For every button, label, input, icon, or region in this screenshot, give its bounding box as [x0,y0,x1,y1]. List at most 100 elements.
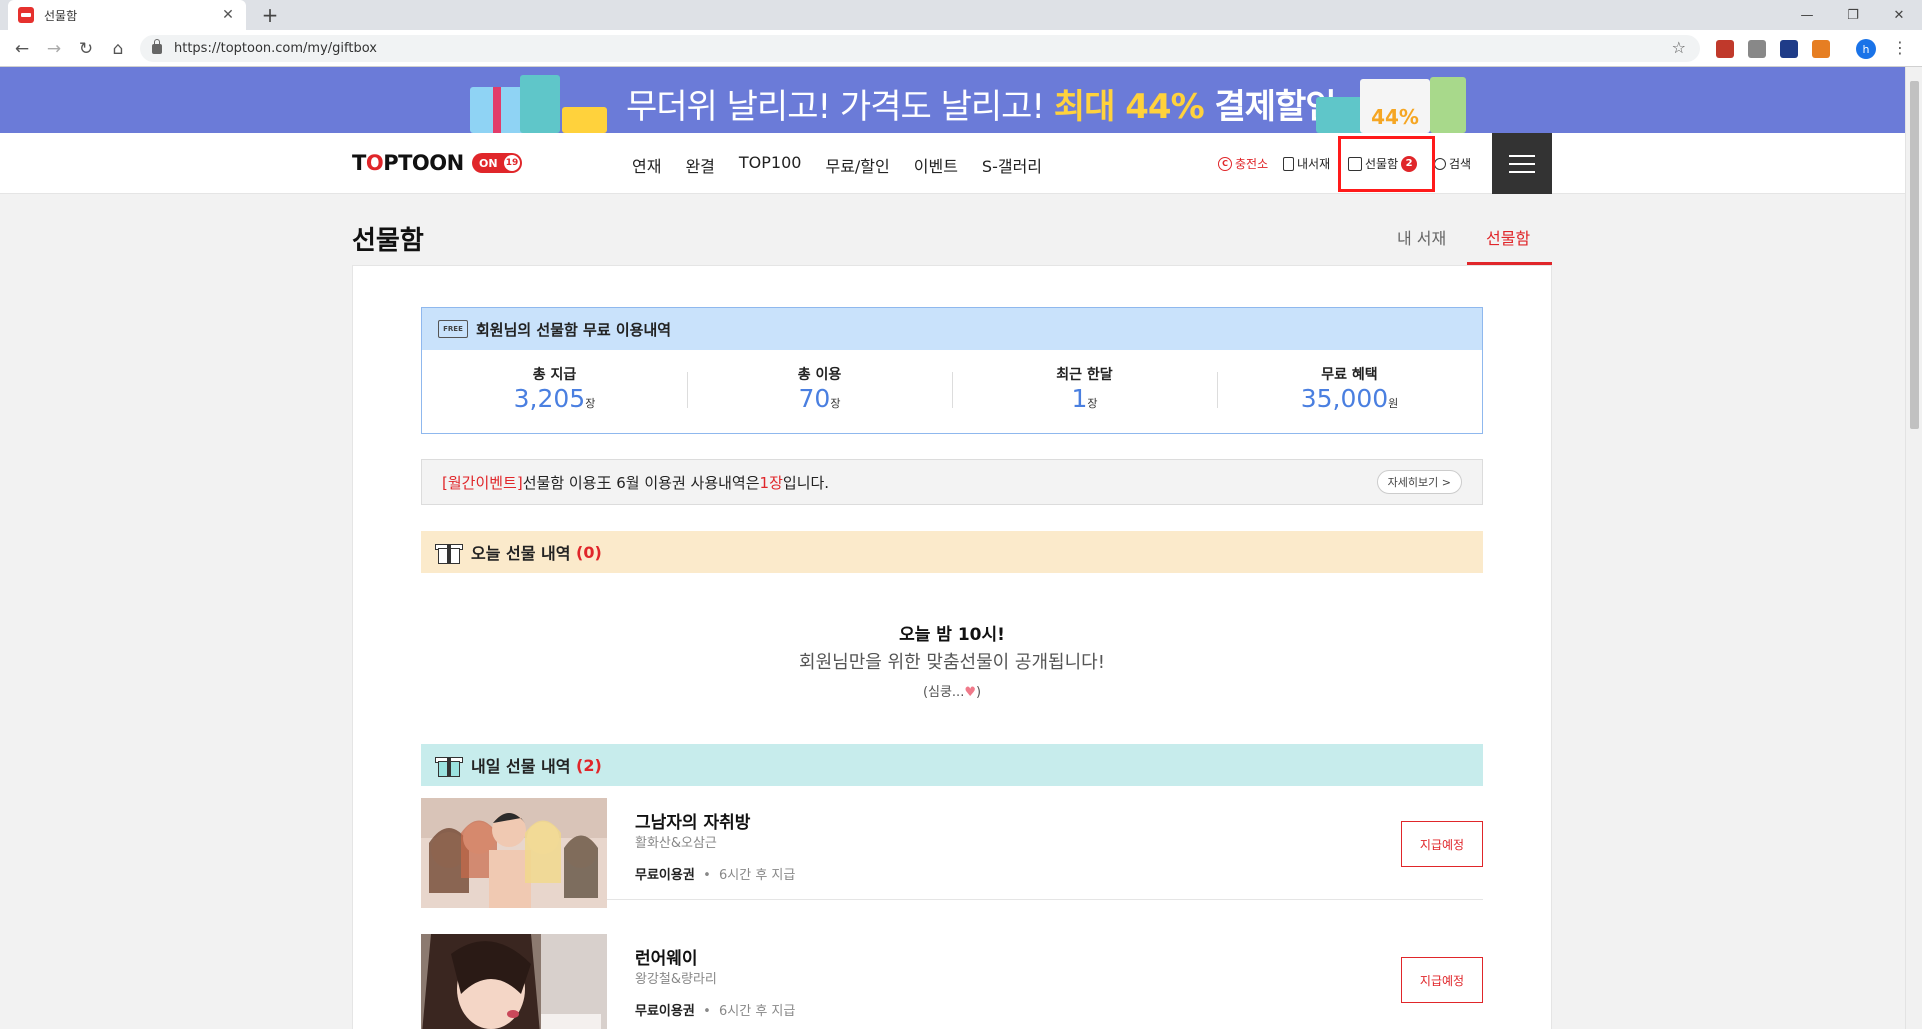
nav-completed[interactable]: 완결 [685,153,714,177]
gift-timing: 6시간 후 지급 [719,868,796,883]
discount-tag-decoration: 44% [1360,79,1430,133]
gift-list-item[interactable]: 런어웨이 왕강철&량라리 무료이용권 • 6시간 후 지급 지급예정 [421,924,1483,1029]
heart-icon: ♥ [964,685,976,700]
nav-event[interactable]: 이벤트 [914,153,958,177]
back-arrow-icon[interactable]: ← [10,37,34,61]
today-gift-count: (0) [576,542,602,562]
extension-icon-4[interactable] [1812,40,1830,58]
stat-label: 총 이용 [797,367,842,383]
tab-giftbox[interactable]: 선물함 [1486,225,1530,249]
window-close-button[interactable]: ✕ [1876,0,1922,30]
stat-total-given: 총 지급 3,205장 [422,350,687,434]
search-link[interactable]: 검색 [1434,155,1471,172]
search-icon [1434,157,1446,170]
tab-my-library[interactable]: 내 서재 [1397,225,1446,249]
stat-unit: 장 [585,397,596,410]
today-gift-heading: 오늘 선물 내역 [471,544,571,563]
tomorrow-gift-count: (2) [576,755,602,775]
extension-icon-1[interactable] [1716,40,1734,58]
stat-unit: 장 [830,397,841,410]
charge-link[interactable]: C 충전소 [1218,155,1268,172]
browser-tab-bar: 선물함 ✕ + — ❐ ✕ [0,0,1922,30]
stat-label: 총 지급 [532,367,577,383]
tab-close-icon[interactable]: ✕ [220,7,236,23]
home-icon[interactable]: ⌂ [106,37,130,61]
stats-heading-text: 회원님의 선물함 무료 이용내역 [476,320,672,339]
browser-menu-icon[interactable]: ⋮ [1892,38,1908,57]
gift-list-item[interactable]: 그남자의 자취방 활화산&오삼근 무료이용권 • 6시간 후 지급 지급예정 [421,788,1483,908]
bookmark-star-icon[interactable]: ☆ [1672,38,1686,57]
scrollbar-thumb[interactable] [1910,81,1919,429]
book-icon [1283,156,1294,171]
stat-label: 무료 혜택 [1321,367,1378,383]
notice-text: 선물함 이용王 6월 이용권 사용내역은 [522,473,760,492]
today-message-title: 오늘 밤 10시! [899,625,1005,645]
promo-banner[interactable]: 무더위 날리고! 가격도 날리고! 최대 44% 결제할인 44% [0,67,1922,133]
stats-heading: FREE 회원님의 선물함 무료 이용내역 [422,308,1482,350]
monthly-event-notice: [월간이벤트] 선물함 이용王 6월 이용권 사용내역은 1장 입니다. 자세히… [421,459,1483,505]
site-header: TOPTOON ON 19 연재 완결 TOP100 무료/할인 이벤트 S-갤… [0,133,1922,194]
library-link[interactable]: 내서재 [1283,155,1330,172]
hamburger-menu-button[interactable] [1492,133,1552,194]
tomorrow-gift-header: 내일 선물 내역 (2) [421,744,1483,786]
comic-thumbnail[interactable] [421,798,607,908]
restore-button[interactable]: ❐ [1830,0,1876,30]
extension-icon-3[interactable] [1780,40,1798,58]
minimize-button[interactable]: — [1784,0,1830,30]
stat-value: 3,205 [513,384,586,413]
address-bar[interactable]: https://toptoon.com/my/giftbox ☆ [140,35,1700,62]
lock-icon [152,38,162,54]
gift-box-decoration-icon [562,107,607,133]
free-ticket-icon: FREE [438,320,468,338]
reload-icon[interactable]: ↻ [74,37,98,61]
library-label: 내서재 [1297,157,1331,171]
stat-free-benefit: 무료 혜택 35,000원 [1217,350,1482,434]
today-message-small-text: (심쿵... [922,685,965,700]
browser-tab[interactable]: 선물함 ✕ [8,0,246,30]
coin-icon: C [1218,156,1232,171]
comic-author: 활화산&오삼근 [635,836,717,851]
gift-box-decoration-icon [1430,77,1466,133]
gift-type: 무료이용권 [635,868,695,883]
page-scrollbar[interactable] [1905,67,1922,1029]
scheduled-payout-button[interactable]: 지급예정 [1401,821,1483,867]
forward-arrow-icon[interactable]: → [42,37,66,61]
extension-icon-2[interactable] [1748,40,1766,58]
main-nav: 연재 완결 TOP100 무료/할인 이벤트 S-갤러리 [632,153,1042,177]
stat-value: 1 [1071,384,1088,413]
window-controls: — ❐ ✕ [1784,0,1922,30]
logo-text-suffix: PTOON [383,151,464,175]
comic-thumbnail[interactable] [421,934,607,1029]
search-label: 검색 [1449,157,1472,171]
on-label: ON [479,156,498,170]
logo-text-prefix: T [352,151,366,175]
new-tab-button[interactable]: + [258,3,282,27]
details-button[interactable]: 자세히보기 > [1376,470,1462,494]
today-gift-header: 오늘 선물 내역 (0) [421,531,1483,573]
nav-serial[interactable]: 연재 [632,153,661,177]
profile-avatar[interactable]: h [1856,39,1876,59]
comic-title[interactable]: 런어웨이 [635,944,698,969]
stat-last-month: 최근 한달 1장 [952,350,1217,434]
page-title: 선물함 [352,226,424,256]
gift-meta-separator: • [694,1004,720,1019]
tomorrow-gift-heading: 내일 선물 내역 [471,757,571,776]
tab-title: 선물함 [44,8,78,23]
nav-s-gallery[interactable]: S-갤러리 [982,153,1042,177]
adult-on-toggle[interactable]: ON 19 [472,153,522,173]
gift-box-icon [435,539,463,565]
nav-top100[interactable]: TOP100 [739,153,802,177]
gift-ribbon-decoration [493,87,501,133]
comic-title[interactable]: 그남자의 자취방 [635,808,750,833]
gift-type: 무료이용권 [635,1004,695,1019]
nav-free-discount[interactable]: 무료/할인 [825,153,889,177]
comic-author: 왕강철&량라리 [635,972,717,987]
stat-total-used: 총 이용 70장 [687,350,952,434]
age-19-icon: 19 [504,155,520,171]
stat-unit: 원 [1388,397,1399,410]
toptoon-logo[interactable]: TOPTOON [352,151,464,175]
scheduled-payout-button[interactable]: 지급예정 [1401,957,1483,1003]
giftbox-highlight-box [1338,136,1435,192]
logo-text-o: O [365,151,384,175]
gift-meta: 무료이용권 • 6시간 후 지급 [635,1000,795,1019]
